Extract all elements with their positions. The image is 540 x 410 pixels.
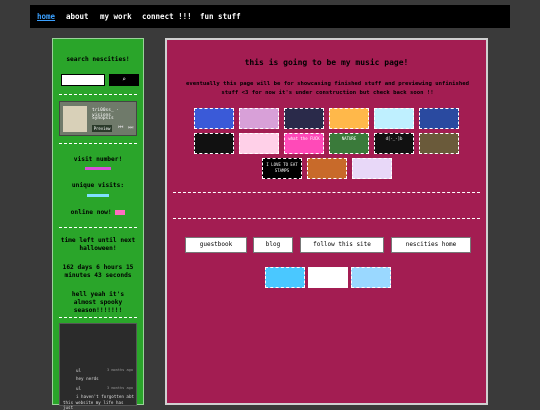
chat-time: 3 months ago bbox=[107, 368, 133, 372]
online-now-label: online now! bbox=[70, 209, 112, 216]
player-preview-button[interactable]: Preview bbox=[92, 125, 112, 132]
guestbook-button[interactable]: guestbook bbox=[185, 237, 247, 253]
chat-message: this website my life has just bbox=[63, 400, 124, 410]
stamp: I LOVE TO EAT STAMPS bbox=[262, 158, 302, 179]
stamp: what the FUCK bbox=[284, 133, 324, 154]
album-art bbox=[63, 106, 87, 132]
nav-fun-stuff-link[interactable]: fun stuff bbox=[200, 12, 241, 21]
nescities-home-button[interactable]: nescities home bbox=[391, 237, 471, 253]
search-icon: ⌕ bbox=[122, 76, 126, 83]
visit-counter bbox=[85, 167, 111, 170]
page-title: this is going to be my music page! bbox=[244, 58, 409, 67]
stamp bbox=[239, 108, 279, 129]
stamp bbox=[239, 133, 279, 154]
stamp bbox=[419, 108, 459, 129]
music-player-widget[interactable]: tri00ss_ · visions Synopsis Preview ⏮ ⏭ bbox=[59, 101, 137, 136]
search-button[interactable]: ⌕ bbox=[109, 74, 139, 86]
follow-site-button[interactable]: follow this site bbox=[300, 237, 384, 253]
stamp bbox=[351, 267, 391, 288]
section-divider bbox=[173, 218, 480, 219]
stamp bbox=[284, 108, 324, 129]
stamp bbox=[194, 133, 234, 154]
sidebar: search nescities! ⌕ tri00ss_ · visions S… bbox=[52, 38, 144, 410]
main-content: this is going to be my music page! event… bbox=[165, 38, 488, 405]
sidebar-divider bbox=[59, 143, 137, 144]
spooky-text: hell yeah it's almost spooky season!!!!!… bbox=[71, 291, 125, 314]
stamp bbox=[308, 267, 348, 288]
stamp bbox=[329, 108, 369, 129]
section-divider bbox=[173, 192, 480, 193]
countdown-value: 162 days 6 hours 15 minutes 43 seconds bbox=[62, 264, 134, 279]
stamp bbox=[194, 108, 234, 129]
next-icon[interactable]: ⏭ bbox=[128, 124, 133, 132]
player-synopsis: Synopsis bbox=[92, 116, 114, 121]
unique-visits-counter bbox=[87, 194, 109, 197]
nav-my-work-link[interactable]: my work bbox=[100, 12, 132, 21]
stamp bbox=[265, 267, 305, 288]
stamp bbox=[352, 158, 392, 179]
search-title: search nescities! bbox=[66, 56, 130, 63]
stamp: NATURE bbox=[329, 133, 369, 154]
nav-home-link[interactable]: home bbox=[37, 12, 55, 21]
top-nav: home about my work connect !!! fun stuff bbox=[30, 5, 510, 28]
visit-number-label: visit number! bbox=[73, 156, 123, 163]
chat-box[interactable]: ul 3 months ago hey nerds ul 3 months ag… bbox=[59, 323, 137, 410]
stamp: d[-_-]b bbox=[374, 133, 414, 154]
chat-time: 3 months ago bbox=[107, 386, 133, 390]
nav-about-link[interactable]: about bbox=[66, 12, 89, 21]
stamp bbox=[419, 133, 459, 154]
sidebar-divider bbox=[59, 317, 137, 318]
chat-message: i haven't forgotten abt bbox=[76, 394, 134, 399]
search-input[interactable] bbox=[61, 74, 105, 86]
chat-user: ul bbox=[76, 368, 82, 373]
online-now-row: online now! bbox=[53, 209, 143, 217]
countdown-title: time left until next halloween! bbox=[60, 237, 136, 252]
chat-user: ul bbox=[76, 386, 82, 391]
online-now-badge bbox=[115, 209, 126, 215]
sidebar-divider bbox=[59, 94, 137, 95]
page-subtitle: eventually this page will be for showcas… bbox=[186, 81, 469, 96]
unique-visits-label: unique visits: bbox=[71, 182, 125, 189]
stamp bbox=[307, 158, 347, 179]
chat-message: hey nerds bbox=[76, 376, 99, 381]
sidebar-divider bbox=[59, 227, 137, 228]
prev-icon[interactable]: ⏮ bbox=[118, 124, 123, 132]
nav-connect-link[interactable]: connect !!! bbox=[142, 12, 192, 21]
blog-button[interactable]: blog bbox=[253, 237, 293, 253]
stamp bbox=[374, 108, 414, 129]
